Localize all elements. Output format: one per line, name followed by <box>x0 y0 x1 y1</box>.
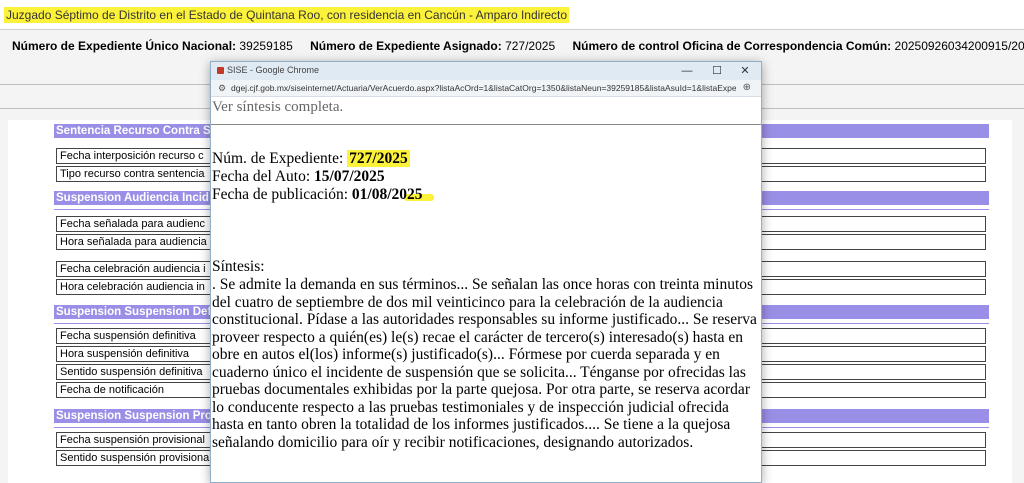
fecha-auto-line: Fecha del Auto: 15/07/2025 <box>212 168 385 186</box>
sise-app-icon <box>217 67 224 74</box>
sise-popup-window[interactable]: SISE - Google Chrome — ☐ ✕ ⚙ dgej.cjf.go… <box>210 61 762 483</box>
window-titlebar[interactable]: SISE - Google Chrome — ☐ ✕ <box>211 62 761 80</box>
expediente-label: Núm. de Expediente: <box>212 150 344 167</box>
fecha-publicacion-value: 01/08/2025 <box>351 186 423 203</box>
close-button[interactable]: ✕ <box>731 63 759 79</box>
address-bar[interactable]: ⚙ dgej.cjf.gob.mx/siseinternet/Actuaria/… <box>211 80 761 97</box>
expediente-value: 727/2025 <box>347 150 410 167</box>
ver-sintesis-link[interactable]: Ver síntesis completa. <box>212 99 343 117</box>
minimize-button[interactable]: — <box>673 63 701 79</box>
fecha-auto-label: Fecha del Auto: <box>212 168 311 185</box>
fecha-publicacion-line: Fecha de publicación: 01/08/2025 <box>212 186 423 204</box>
expediente-line: Núm. de Expediente: 727/2025 <box>212 150 410 168</box>
court-title: Juzgado Séptimo de Distrito en el Estado… <box>4 7 569 23</box>
url-text[interactable]: dgej.cjf.gob.mx/siseinternet/Actuaria/Ve… <box>231 83 736 93</box>
zoom-icon[interactable]: ⊕ <box>743 82 751 93</box>
nacional-label: Número de Expediente Único Nacional: <box>12 39 237 53</box>
nacional-value: 39259185 <box>239 39 293 53</box>
asignado-label: Número de Expediente Asignado: <box>310 39 502 53</box>
oficina-label: Número de control Oficina de Corresponde… <box>572 39 892 53</box>
expediente-id-row: Número de Expediente Único Nacional: 392… <box>12 39 1024 53</box>
content-divider <box>211 124 761 125</box>
fecha-publicacion-label: Fecha de publicación: <box>212 186 349 203</box>
maximize-button[interactable]: ☐ <box>703 63 731 79</box>
tune-icon[interactable]: ⚙ <box>218 83 226 94</box>
court-header: Juzgado Séptimo de Distrito en el Estado… <box>0 0 1024 30</box>
asignado-value: 727/2025 <box>505 39 556 53</box>
window-title: SISE - Google Chrome <box>227 65 320 75</box>
sintesis-text: . Se admite la demanda en sus términos..… <box>212 276 757 451</box>
sintesis-label: Síntesis: <box>212 258 265 275</box>
fecha-auto-value: 15/07/2025 <box>314 168 385 185</box>
oficina-value: 20250926034200915/2025 <box>894 39 1024 53</box>
